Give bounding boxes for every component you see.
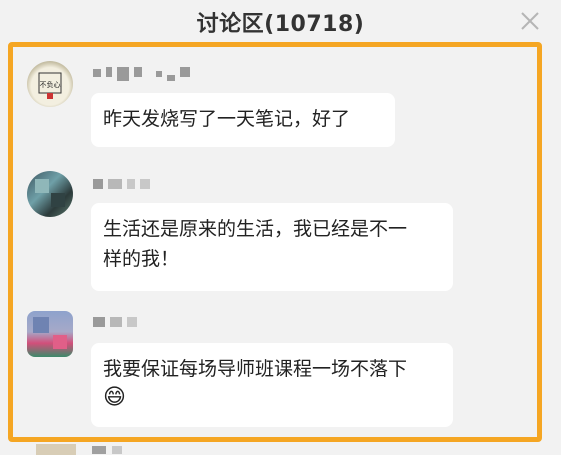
comment-text-line: 生活还是原来的生活，我已经是不一 [103, 218, 408, 240]
username-blurred [93, 67, 190, 81]
close-icon[interactable] [517, 8, 543, 34]
highlight-frame: 不负心 昨天发烧写了一天笔记，好了 生活还是原来的生活，我已经是不一 样的我！ [8, 42, 542, 442]
comment-text-line: 样的我！ [103, 248, 180, 270]
username-blurred [93, 179, 150, 189]
comment-bubble: 我要保证每场导师班课程一场不落下 😄 [91, 343, 453, 427]
comment-text: 我要保证每场导师班课程一场不落下 [103, 358, 408, 380]
comment-bubble: 生活还是原来的生活，我已经是不一 样的我！ [91, 203, 453, 291]
svg-text:不负心: 不负心 [40, 80, 61, 89]
avatar[interactable] [27, 171, 73, 217]
next-comment-peek [0, 442, 561, 455]
avatar[interactable]: 不负心 [27, 61, 73, 107]
discussion-header: 讨论区(10718) [0, 0, 561, 46]
smile-emoji-icon: 😄 [103, 385, 126, 410]
comment-bubble: 昨天发烧写了一天笔记，好了 [91, 93, 395, 147]
username-blurred [93, 317, 137, 327]
avatar[interactable] [27, 311, 73, 357]
page-title: 讨论区(10718) [196, 12, 365, 37]
comment-text: 昨天发烧写了一天笔记，好了 [103, 108, 351, 130]
avatar-logo-icon: 不负心 [38, 72, 62, 99]
